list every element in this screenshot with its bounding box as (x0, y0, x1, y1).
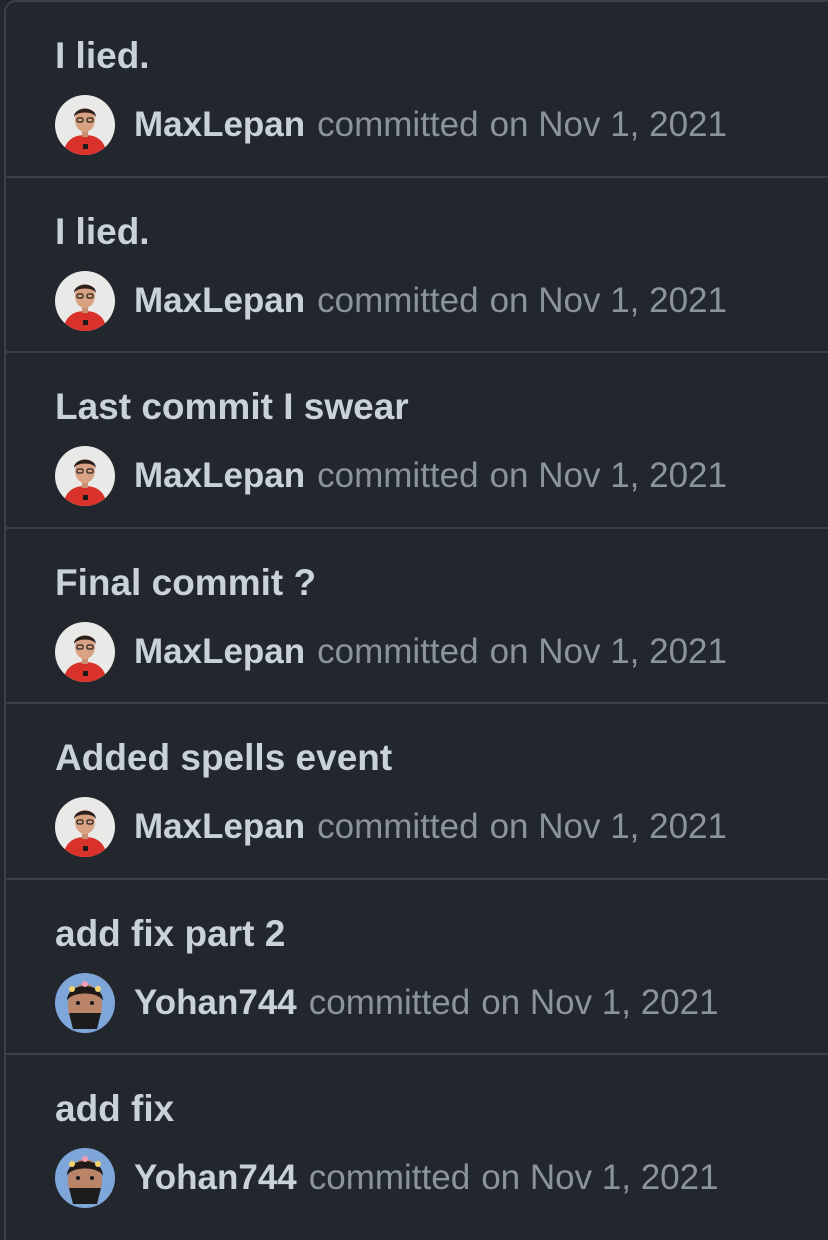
commit-author-link[interactable]: MaxLepan (134, 456, 305, 496)
commit-action-text: committed (317, 631, 479, 671)
commit-title-link[interactable]: Added spells event (55, 736, 392, 780)
commit-row: Added spells event MaxLepan committed on… (6, 704, 828, 880)
commit-title-link[interactable]: I lied. (55, 210, 150, 254)
avatar-red-shirt-icon[interactable] (55, 270, 115, 331)
commit-meta: MaxLepan committed on Nov 1, 2021 (55, 94, 727, 156)
commit-date: on Nov 1, 2021 (489, 280, 727, 320)
commit-action-text: committed (317, 280, 479, 320)
commit-date: on Nov 1, 2021 (481, 982, 719, 1022)
commit-meta: MaxLepan committed on Nov 1, 2021 (55, 796, 727, 858)
avatar-masked-face-icon[interactable] (55, 1148, 115, 1208)
avatar-red-shirt-icon[interactable] (55, 446, 115, 506)
avatar-red-shirt-icon[interactable] (55, 95, 115, 155)
commit-action-text: committed (308, 982, 471, 1022)
commit-row: I lied. MaxLepan committed on Nov 1, 202… (6, 2, 828, 178)
commit-title-link[interactable]: I lied. (55, 34, 150, 78)
commit-list: I lied. MaxLepan committed on Nov 1, 202… (4, 0, 828, 1240)
commit-author-link[interactable]: Yohan744 (134, 983, 297, 1023)
commit-meta: Yohan744 committed on Nov 1, 2021 (55, 972, 719, 1034)
commit-title-link[interactable]: add fix part 2 (55, 912, 285, 956)
avatar-red-shirt-icon[interactable] (55, 621, 115, 682)
commit-author-link[interactable]: Yohan744 (134, 1158, 297, 1198)
commit-meta: MaxLepan committed on Nov 1, 2021 (55, 270, 727, 332)
commit-author-link[interactable]: MaxLepan (134, 281, 305, 321)
commit-row: I lied. MaxLepan committed on Nov 1, 202… (6, 178, 828, 353)
commit-action-text: committed (317, 807, 479, 846)
commit-action-text: committed (317, 456, 479, 495)
commit-date: on Nov 1, 2021 (489, 105, 727, 144)
commit-author-link[interactable]: MaxLepan (134, 807, 305, 847)
commit-date: on Nov 1, 2021 (489, 631, 727, 671)
commit-title-link[interactable]: Last commit I swear (55, 385, 409, 429)
commit-action-text: committed (308, 1158, 471, 1197)
commit-row: Final commit ? MaxLepan committed on Nov… (6, 529, 828, 704)
commit-row: add fix part 2 Yohan744 committed on Nov… (6, 880, 828, 1055)
commit-title-link[interactable]: Final commit ? (55, 561, 316, 605)
commit-meta: MaxLepan committed on Nov 1, 2021 (55, 445, 727, 507)
commit-date: on Nov 1, 2021 (489, 456, 727, 495)
commit-author-link[interactable]: MaxLepan (134, 105, 305, 145)
commit-meta: Yohan744 committed on Nov 1, 2021 (55, 1147, 719, 1209)
commit-date: on Nov 1, 2021 (481, 1158, 719, 1197)
commit-row: Last commit I swear MaxLepan committed o… (6, 353, 828, 529)
commit-author-link[interactable]: MaxLepan (134, 632, 305, 672)
avatar-masked-face-icon[interactable] (55, 972, 115, 1033)
commit-meta: MaxLepan committed on Nov 1, 2021 (55, 621, 727, 683)
commit-title-link[interactable]: add fix (55, 1087, 174, 1131)
commit-action-text: committed (317, 105, 479, 144)
commit-date: on Nov 1, 2021 (489, 807, 727, 846)
avatar-red-shirt-icon[interactable] (55, 797, 115, 857)
commit-row: add fix Yohan744 committed on Nov 1, 202… (6, 1055, 828, 1231)
